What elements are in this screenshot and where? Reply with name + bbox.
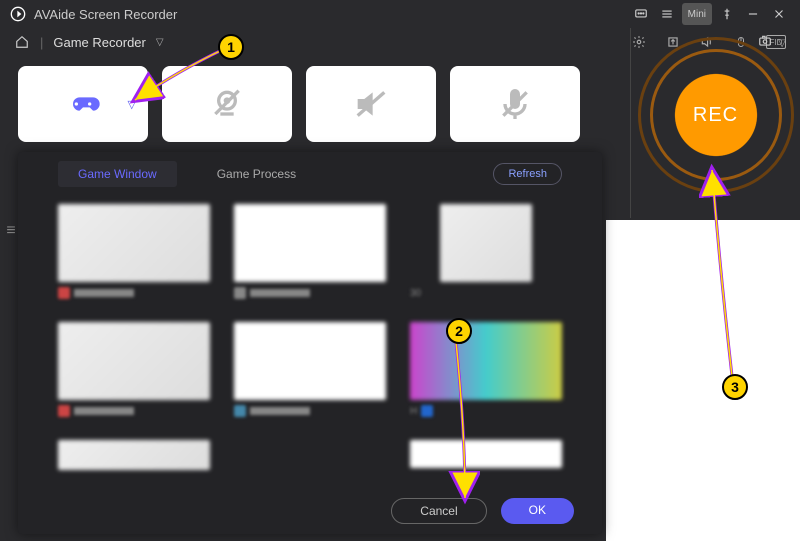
record-label: REC — [693, 104, 738, 127]
picker-tabs: Game Window Game Process Refresh — [18, 152, 602, 196]
record-button[interactable]: REC — [668, 67, 764, 163]
record-panel: ▽ REC — [630, 28, 800, 218]
window-thumb[interactable] — [58, 440, 210, 484]
close-button[interactable] — [768, 3, 790, 25]
window-thumb[interactable] — [58, 204, 210, 314]
chevron-down-icon: ▽ — [128, 98, 136, 111]
mini-button[interactable]: Mini — [682, 3, 712, 25]
mic-source-tile[interactable] — [450, 66, 580, 142]
window-picker-panel: Game Window Game Process Refresh 30 H Ca… — [18, 152, 602, 534]
separator: | — [40, 35, 43, 50]
app-window: AVAide Screen Recorder Mini | Game Recor… — [0, 0, 800, 541]
game-source-tile[interactable]: ▽ — [18, 66, 148, 142]
app-logo-icon — [10, 6, 26, 22]
titlebar: AVAide Screen Recorder Mini — [0, 0, 800, 28]
pin-icon[interactable] — [716, 3, 738, 25]
window-thumb[interactable]: 30 — [410, 204, 562, 314]
refresh-button[interactable]: Refresh — [493, 163, 562, 185]
thumb-caption: 30 — [410, 288, 421, 299]
chevron-down-icon[interactable]: ▽ — [778, 38, 786, 49]
annotation-badge-3: 3 — [722, 374, 748, 400]
annotation-badge-2: 2 — [446, 318, 472, 344]
ok-button[interactable]: OK — [501, 498, 574, 524]
window-grid: 30 H — [18, 196, 602, 484]
window-thumb[interactable] — [410, 440, 562, 484]
webcam-source-tile[interactable] — [162, 66, 292, 142]
window-thumb[interactable] — [234, 322, 386, 432]
app-title: AVAide Screen Recorder — [34, 7, 177, 22]
thumb-caption: H — [410, 406, 417, 417]
tab-game-process[interactable]: Game Process — [197, 161, 316, 187]
cancel-button[interactable]: Cancel — [391, 498, 486, 524]
window-thumb[interactable] — [234, 204, 386, 314]
system-audio-tile[interactable] — [306, 66, 436, 142]
window-thumb[interactable]: H — [410, 322, 562, 432]
tab-game-window[interactable]: Game Window — [58, 161, 177, 187]
minimize-button[interactable] — [742, 3, 764, 25]
mode-label[interactable]: Game Recorder — [53, 35, 145, 50]
message-icon[interactable] — [630, 3, 652, 25]
annotation-badge-1: 1 — [218, 34, 244, 60]
window-thumb[interactable] — [58, 322, 210, 432]
background-area — [606, 220, 800, 541]
home-icon[interactable] — [14, 34, 30, 50]
menu-icon[interactable] — [656, 3, 678, 25]
chevron-down-icon[interactable]: ▽ — [156, 37, 164, 48]
